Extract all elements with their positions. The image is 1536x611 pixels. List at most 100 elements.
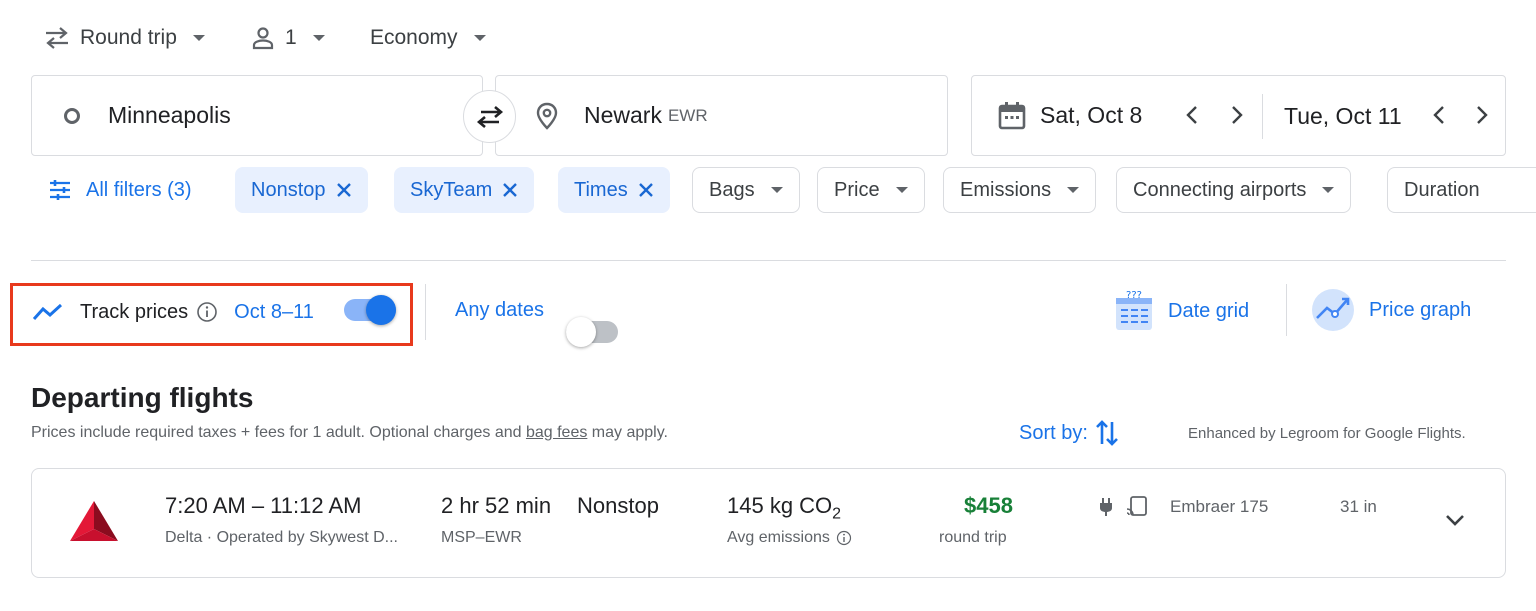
filters-divider xyxy=(31,260,1506,261)
toggle-knob xyxy=(566,317,596,347)
price-note-text: Prices include required taxes + fees for… xyxy=(31,424,526,441)
depart-prev-button[interactable] xyxy=(1185,104,1199,133)
cabin-class-label: Economy xyxy=(370,26,458,49)
chip-emissions[interactable]: Emissions xyxy=(943,167,1097,213)
price-graph-label: Price graph xyxy=(1369,298,1472,321)
emissions-label-group: Avg emissions xyxy=(727,529,852,547)
depart-date-field[interactable]: Sat, Oct 8 xyxy=(972,76,1262,155)
date-grid-button[interactable]: ??? Date grid xyxy=(1114,289,1249,333)
flight-duration: 2 hr 52 min xyxy=(441,493,552,518)
stream-media-icon xyxy=(1126,496,1147,516)
chip-connecting-airports[interactable]: Connecting airports xyxy=(1116,167,1352,213)
chip-label: Duration xyxy=(1404,178,1480,201)
expand-chevron-icon[interactable] xyxy=(1444,513,1466,527)
chevron-down-icon xyxy=(770,187,783,193)
legroom-note: Enhanced by Legroom for Google Flights. xyxy=(1188,425,1466,442)
view-divider xyxy=(1286,284,1287,336)
flight-price: $458 xyxy=(964,493,1013,518)
person-icon xyxy=(252,27,274,50)
swap-locations-button[interactable] xyxy=(463,90,516,143)
date-grid-label: Date grid xyxy=(1168,299,1250,322)
chip-price[interactable]: Price xyxy=(817,167,925,213)
origin-value: Minneapolis xyxy=(108,102,231,128)
depart-next-button[interactable] xyxy=(1230,104,1244,131)
emissions-subscript: 2 xyxy=(832,505,842,523)
flight-airline: Delta · Operated by Skywest D... xyxy=(165,529,398,546)
chevron-down-icon xyxy=(312,35,325,41)
info-icon[interactable] xyxy=(196,301,218,323)
chevron-left-icon xyxy=(1186,106,1197,124)
chip-duration[interactable]: Duration xyxy=(1387,167,1536,213)
swap-icon xyxy=(476,105,503,128)
close-icon[interactable] xyxy=(638,182,654,198)
close-icon[interactable] xyxy=(336,182,352,198)
info-icon[interactable] xyxy=(836,530,852,546)
passengers-count: 1 xyxy=(285,26,297,49)
return-prev-button[interactable] xyxy=(1432,104,1446,131)
location-pin-icon xyxy=(536,102,558,130)
chip-times[interactable]: Times xyxy=(558,167,670,213)
chip-label: Price xyxy=(834,178,880,201)
flight-route: MSP–EWR xyxy=(441,529,522,546)
calendar-icon xyxy=(998,101,1026,129)
chip-skyteam[interactable]: SkyTeam xyxy=(394,167,535,213)
return-next-button[interactable] xyxy=(1475,104,1489,131)
origin-field[interactable]: Minneapolis xyxy=(31,75,483,156)
emissions-label: Avg emissions xyxy=(727,529,830,546)
bag-fees-link[interactable]: bag fees xyxy=(526,424,587,441)
depart-date-value: Sat, Oct 8 xyxy=(1040,102,1143,128)
flight-price-type: round trip xyxy=(939,529,1007,546)
chip-nonstop[interactable]: Nonstop xyxy=(235,167,368,213)
chevron-down-icon xyxy=(473,35,486,41)
return-date-field[interactable]: Tue, Oct 11 xyxy=(1284,76,1402,157)
chip-label: Times xyxy=(574,178,628,201)
flight-card[interactable]: 7:20 AM – 11:12 AM Delta · Operated by S… xyxy=(31,468,1506,578)
track-dates-label: Oct 8–11 xyxy=(234,300,314,323)
chip-label: Emissions xyxy=(960,178,1052,201)
sort-by-label: Sort by: xyxy=(1019,421,1088,444)
swap-arrows-icon xyxy=(46,27,68,49)
sort-icon xyxy=(1096,420,1118,446)
all-filters-label: All filters (3) xyxy=(86,178,192,201)
all-filters-button[interactable]: All filters (3) xyxy=(48,167,192,213)
passengers-select[interactable]: 1 xyxy=(251,18,325,58)
track-prices-label: Track prices xyxy=(80,300,189,323)
chip-label: Connecting airports xyxy=(1133,178,1307,201)
price-graph-icon xyxy=(1312,289,1354,331)
chevron-down-icon xyxy=(895,187,908,193)
legroom-value: 31 in xyxy=(1340,497,1377,516)
toggle-knob xyxy=(366,295,396,325)
chevron-left-icon xyxy=(1433,106,1444,124)
close-icon[interactable] xyxy=(502,182,518,198)
origin-circle-icon xyxy=(64,107,80,124)
destination-field[interactable]: Newark EWR xyxy=(495,75,948,156)
date-divider xyxy=(1262,94,1263,139)
chip-label: SkyTeam xyxy=(410,178,493,201)
tune-filters-icon xyxy=(50,180,70,200)
trip-type-select[interactable]: Round trip xyxy=(44,18,205,58)
section-heading: Departing flights xyxy=(31,382,254,413)
flight-times: 7:20 AM – 11:12 AM xyxy=(165,493,362,518)
tracking-divider xyxy=(425,284,426,340)
destination-code: EWR xyxy=(667,105,708,125)
price-graph-button[interactable]: Price graph xyxy=(1311,288,1471,332)
any-dates-label: Any dates xyxy=(455,299,544,321)
emissions-value: 145 kg CO xyxy=(727,493,833,518)
track-prices-toggle[interactable] xyxy=(344,295,396,325)
flight-emissions: 145 kg CO2 xyxy=(727,493,841,523)
chip-label: Bags xyxy=(709,178,755,201)
date-grid-icon: ??? xyxy=(1116,290,1152,330)
any-dates-toggle[interactable] xyxy=(566,317,618,347)
chip-bags[interactable]: Bags xyxy=(692,167,800,213)
delta-logo-icon xyxy=(70,501,118,541)
destination-value: Newark xyxy=(584,102,662,128)
chevron-right-icon xyxy=(1477,106,1488,124)
svg-text:???: ??? xyxy=(1126,290,1142,301)
flight-stops: Nonstop xyxy=(577,493,659,518)
sort-by-button[interactable]: Sort by: xyxy=(1019,418,1120,448)
cabin-class-select[interactable]: Economy xyxy=(370,18,486,58)
trip-type-label: Round trip xyxy=(80,26,177,49)
price-note-text-end: may apply. xyxy=(587,424,668,441)
date-range-field: Sat, Oct 8 Tue, Oct 11 xyxy=(971,75,1506,156)
chevron-down-icon xyxy=(1322,187,1335,193)
